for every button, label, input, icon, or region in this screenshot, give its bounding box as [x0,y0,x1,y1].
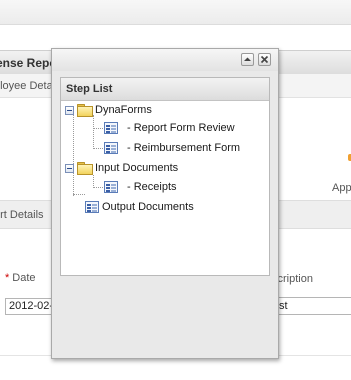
employee-details-label: ployee Deta [0,80,53,92]
close-button[interactable] [258,53,271,66]
step-icon [85,201,99,213]
tree-node-receipts[interactable]: - Receipts [104,178,177,196]
tree-node-label: - Receipts [127,181,177,193]
step-icon [104,142,118,154]
folder-icon [77,162,93,175]
step-icon [104,181,118,193]
step-list-panel: Step List DynaForms - Report Form Review [60,77,270,276]
tree-connector [73,194,85,195]
tree-node-label: Input Documents [95,162,179,174]
tree-node-label: - Reimbursement Form [127,142,241,154]
close-icon [260,55,269,64]
minimize-icon [244,57,251,61]
report-details-label: ort Details [0,209,44,221]
tree-node-label: - Report Form Review [127,122,235,134]
tree-connector [93,187,103,188]
tree-connector [93,148,103,149]
step-list-header: Step List [61,78,269,101]
collapse-toggle-icon[interactable] [65,163,74,173]
step-list-title: Step List [66,83,113,95]
date-label-text: Date [12,272,36,284]
popup-titlebar[interactable] [52,49,278,71]
tree-node-label: DynaForms [95,104,152,116]
step-icon [104,122,118,134]
tree-node-reimbursement-form[interactable]: - Reimbursement Form [104,139,240,157]
minimize-button[interactable] [241,53,254,66]
tree-node-label: Output Documents [102,201,194,213]
step-list-popup: Step List DynaForms - Report Form Review [51,48,279,359]
tree-node-dynaforms[interactable]: DynaForms [65,101,152,119]
tree-connector [93,115,94,149]
approval-label: App [332,182,351,194]
date-label: * Date [5,272,36,284]
tree-node-input-documents[interactable]: Input Documents [65,159,178,177]
collapse-toggle-icon[interactable] [65,105,74,115]
tree-connector [73,112,74,196]
tree-node-output-documents[interactable]: Output Documents [85,198,194,216]
top-toolbar [0,0,351,25]
tree-node-report-form-review[interactable]: - Report Form Review [104,119,235,137]
required-mark: * [5,272,10,284]
tree-connector [93,128,103,129]
folder-icon [77,104,93,117]
